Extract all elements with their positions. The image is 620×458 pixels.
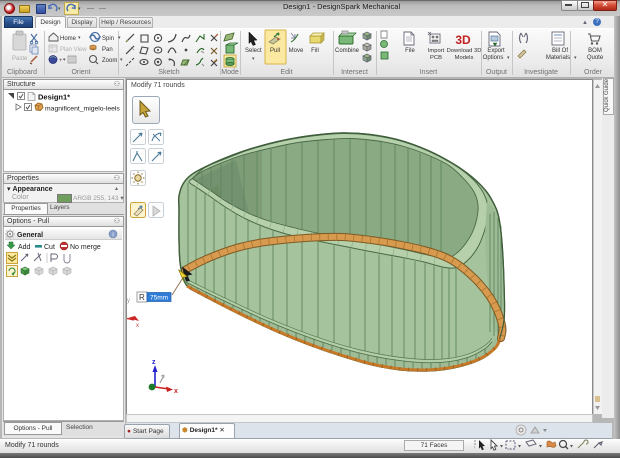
svg-text:R: R — [139, 293, 145, 302]
svg-text:Home: Home — [60, 36, 77, 42]
svg-text:No merge: No merge — [70, 244, 101, 251]
svg-text:Paste: Paste — [12, 56, 28, 62]
svg-text:Bill Of: Bill Of — [552, 48, 568, 54]
svg-text:▾: ▾ — [63, 57, 66, 63]
svg-text:Quote: Quote — [587, 55, 604, 61]
svg-text:Pull: Pull — [270, 48, 280, 54]
svg-text:Spin: Spin — [102, 36, 114, 42]
svg-text:Export: Export — [487, 48, 505, 54]
svg-text:75mm: 75mm — [150, 295, 168, 302]
svg-text:3D: 3D — [455, 33, 471, 47]
svg-text:Zoom: Zoom — [102, 58, 117, 64]
svg-text:PCB: PCB — [430, 55, 442, 61]
svg-text:▾: ▾ — [78, 35, 81, 41]
svg-text:z: z — [152, 359, 156, 366]
svg-text:▾: ▾ — [574, 55, 577, 61]
svg-text:Fill: Fill — [311, 48, 319, 54]
svg-text:BOM: BOM — [588, 48, 602, 54]
svg-text:Options: Options — [483, 55, 504, 61]
svg-text:Design1*: Design1* — [38, 93, 70, 102]
svg-text:magnificent_migelo-leels: magnificent_migelo-leels — [45, 106, 120, 113]
svg-text:Import: Import — [428, 48, 445, 54]
svg-text:▾: ▾ — [118, 35, 121, 41]
svg-text:General: General — [17, 232, 43, 239]
svg-text:Select: Select — [245, 48, 262, 54]
svg-text:▾: ▾ — [507, 55, 510, 61]
svg-text:Plan View: Plan View — [60, 47, 87, 53]
svg-text:x: x — [174, 388, 178, 395]
svg-text:i: i — [112, 233, 113, 239]
svg-text:y: y — [127, 298, 130, 304]
svg-text:Pan: Pan — [102, 47, 113, 53]
svg-text:▾: ▾ — [252, 56, 255, 62]
svg-text:File: File — [405, 48, 415, 54]
svg-text:Cut: Cut — [44, 244, 55, 251]
svg-text:▾: ▾ — [120, 57, 123, 63]
svg-text:x: x — [136, 323, 139, 329]
svg-text:Combine: Combine — [335, 48, 360, 54]
svg-text:Materials: Materials — [546, 55, 570, 61]
svg-text:Add: Add — [18, 244, 31, 251]
svg-text:Move: Move — [289, 48, 304, 54]
svg-text:Download 3D: Download 3D — [447, 48, 482, 54]
svg-text:Models: Models — [455, 55, 474, 61]
